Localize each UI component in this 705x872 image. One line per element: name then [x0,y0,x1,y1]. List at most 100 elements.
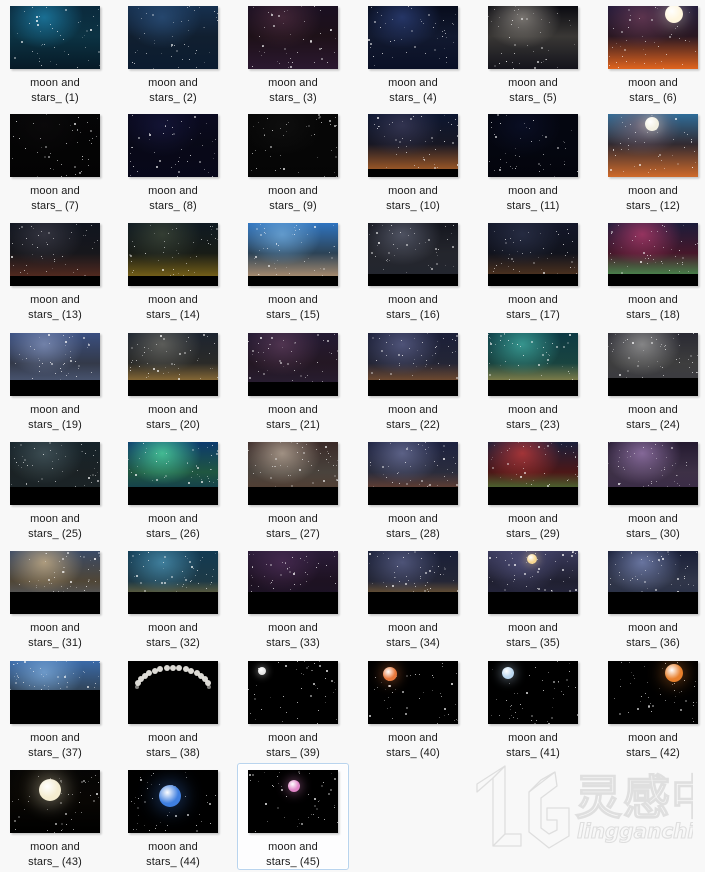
thumbnail-image[interactable] [128,223,218,286]
thumbnail-image[interactable] [608,661,698,724]
thumbnail-item[interactable]: moon and stars_ (40) [357,654,469,761]
thumbnail-image[interactable] [368,442,458,505]
thumbnail-image[interactable] [248,6,338,69]
thumbnail-image[interactable] [248,770,338,833]
thumbnail-item[interactable]: moon and stars_ (29) [477,435,589,542]
thumbnail-image[interactable] [128,661,218,724]
thumbnail-image[interactable] [248,223,338,286]
thumbnail-item[interactable]: moon and stars_ (26) [117,435,229,542]
thumbnail-item[interactable]: moon and stars_ (18) [597,216,705,323]
star-speck [147,347,149,349]
thumbnail-image[interactable] [128,770,218,833]
star-speck [205,122,207,124]
thumbnail-image[interactable] [248,551,338,614]
thumbnail-image[interactable] [128,333,218,396]
thumbnail-image[interactable] [608,6,698,69]
thumbnail-item[interactable]: moon and stars_ (12) [597,107,705,214]
thumbnail-item[interactable]: moon and stars_ (13) [0,216,111,323]
thumbnail-item[interactable]: moon and stars_ (37) [0,654,111,761]
thumbnail-image[interactable] [488,551,578,614]
thumbnail-image[interactable] [608,223,698,286]
thumbnail-item[interactable]: moon and stars_ (23) [477,326,589,433]
thumbnail-item[interactable]: moon and stars_ (34) [357,544,469,651]
thumbnail-image[interactable] [10,442,100,505]
thumbnail-image[interactable] [10,114,100,177]
thumbnail-image[interactable] [368,661,458,724]
thumbnail-item[interactable]: moon and stars_ (42) [597,654,705,761]
thumbnail-item[interactable]: moon and stars_ (28) [357,435,469,542]
thumbnail-item[interactable]: moon and stars_ (35) [477,544,589,651]
thumbnail-item[interactable]: moon and stars_ (2) [117,0,229,106]
thumbnail-image[interactable] [368,551,458,614]
thumbnail-item[interactable]: moon and stars_ (9) [237,107,349,214]
thumbnail-item[interactable]: moon and stars_ (27) [237,435,349,542]
thumbnail-image[interactable] [368,6,458,69]
thumbnail-image[interactable] [248,442,338,505]
thumbnail-image[interactable] [368,114,458,177]
thumbnail-label: moon and stars_ (41) [506,732,560,759]
thumbnail-image[interactable] [128,114,218,177]
thumbnail-item[interactable]: moon and stars_ (11) [477,107,589,214]
thumbnail-item[interactable]: moon and stars_ (17) [477,216,589,323]
thumbnail-image[interactable] [608,551,698,614]
thumbnail-image[interactable] [488,6,578,69]
thumbnail-image[interactable] [128,6,218,69]
thumbnail-item[interactable]: moon and stars_ (32) [117,544,229,651]
thumbnail-item[interactable]: moon and stars_ (30) [597,435,705,542]
thumbnail-image[interactable] [10,223,100,286]
thumbnail-image[interactable] [488,223,578,286]
thumbnail-item[interactable]: moon and stars_ (24) [597,326,705,433]
thumbnail-item[interactable]: moon and stars_ (5) [477,0,589,106]
thumbnail-image[interactable] [488,333,578,396]
thumbnail-item[interactable]: moon and stars_ (31) [0,544,111,651]
thumbnail-grid[interactable]: moon and stars_ (1) moon and stars_ (2) mo… [0,0,705,872]
thumbnail-item[interactable]: moon and stars_ (45) [237,763,349,870]
star-speck [294,226,296,228]
thumbnail-item[interactable]: moon and stars_ (43) [0,763,111,870]
thumbnail-item[interactable]: moon and stars_ (36) [597,544,705,651]
thumbnail-item[interactable]: moon and stars_ (8) [117,107,229,214]
thumbnail-item[interactable]: moon and stars_ (21) [237,326,349,433]
thumbnail-image[interactable] [10,551,100,614]
thumbnail-image[interactable] [488,661,578,724]
thumbnail-item[interactable]: moon and stars_ (1) [0,0,111,106]
thumbnail-image[interactable] [608,442,698,505]
thumbnail-item[interactable]: moon and stars_ (6) [597,0,705,106]
thumbnail-item[interactable]: moon and stars_ (20) [117,326,229,433]
thumbnail-image[interactable] [128,551,218,614]
thumbnail-item[interactable]: moon and stars_ (41) [477,654,589,761]
thumbnail-image[interactable] [248,114,338,177]
thumbnail-image[interactable] [128,442,218,505]
thumbnail-image[interactable] [248,333,338,396]
thumbnail-image[interactable] [10,770,100,833]
thumbnail-item[interactable]: moon and stars_ (38) [117,654,229,761]
thumbnail-item[interactable]: moon and stars_ (33) [237,544,349,651]
thumbnail-item[interactable]: moon and stars_ (16) [357,216,469,323]
thumbnail-image[interactable] [368,333,458,396]
thumbnail-item[interactable]: moon and stars_ (7) [0,107,111,214]
thumbnail-image[interactable] [608,114,698,177]
star-speck [422,156,424,158]
thumbnail-item[interactable]: moon and stars_ (15) [237,216,349,323]
thumbnail-item[interactable]: moon and stars_ (19) [0,326,111,433]
thumbnail-item[interactable]: moon and stars_ (14) [117,216,229,323]
thumbnail-item[interactable]: moon and stars_ (25) [0,435,111,542]
thumbnail-image[interactable] [488,442,578,505]
star-speck [210,233,212,235]
star-speck [405,575,407,577]
thumbnail-image[interactable] [248,661,338,724]
star-speck [318,665,321,668]
thumbnail-image[interactable] [488,114,578,177]
thumbnail-image[interactable] [608,333,698,396]
thumbnail-item[interactable]: moon and stars_ (22) [357,326,469,433]
thumbnail-image[interactable] [368,223,458,286]
thumbnail-item[interactable]: moon and stars_ (3) [237,0,349,106]
thumbnail-image[interactable] [10,6,100,69]
thumbnail-item[interactable]: moon and stars_ (44) [117,763,229,870]
thumbnail-item[interactable]: moon and stars_ (4) [357,0,469,106]
star-speck [562,140,564,142]
thumbnail-image[interactable] [10,661,100,724]
thumbnail-item[interactable]: moon and stars_ (39) [237,654,349,761]
thumbnail-item[interactable]: moon and stars_ (10) [357,107,469,214]
thumbnail-image[interactable] [10,333,100,396]
